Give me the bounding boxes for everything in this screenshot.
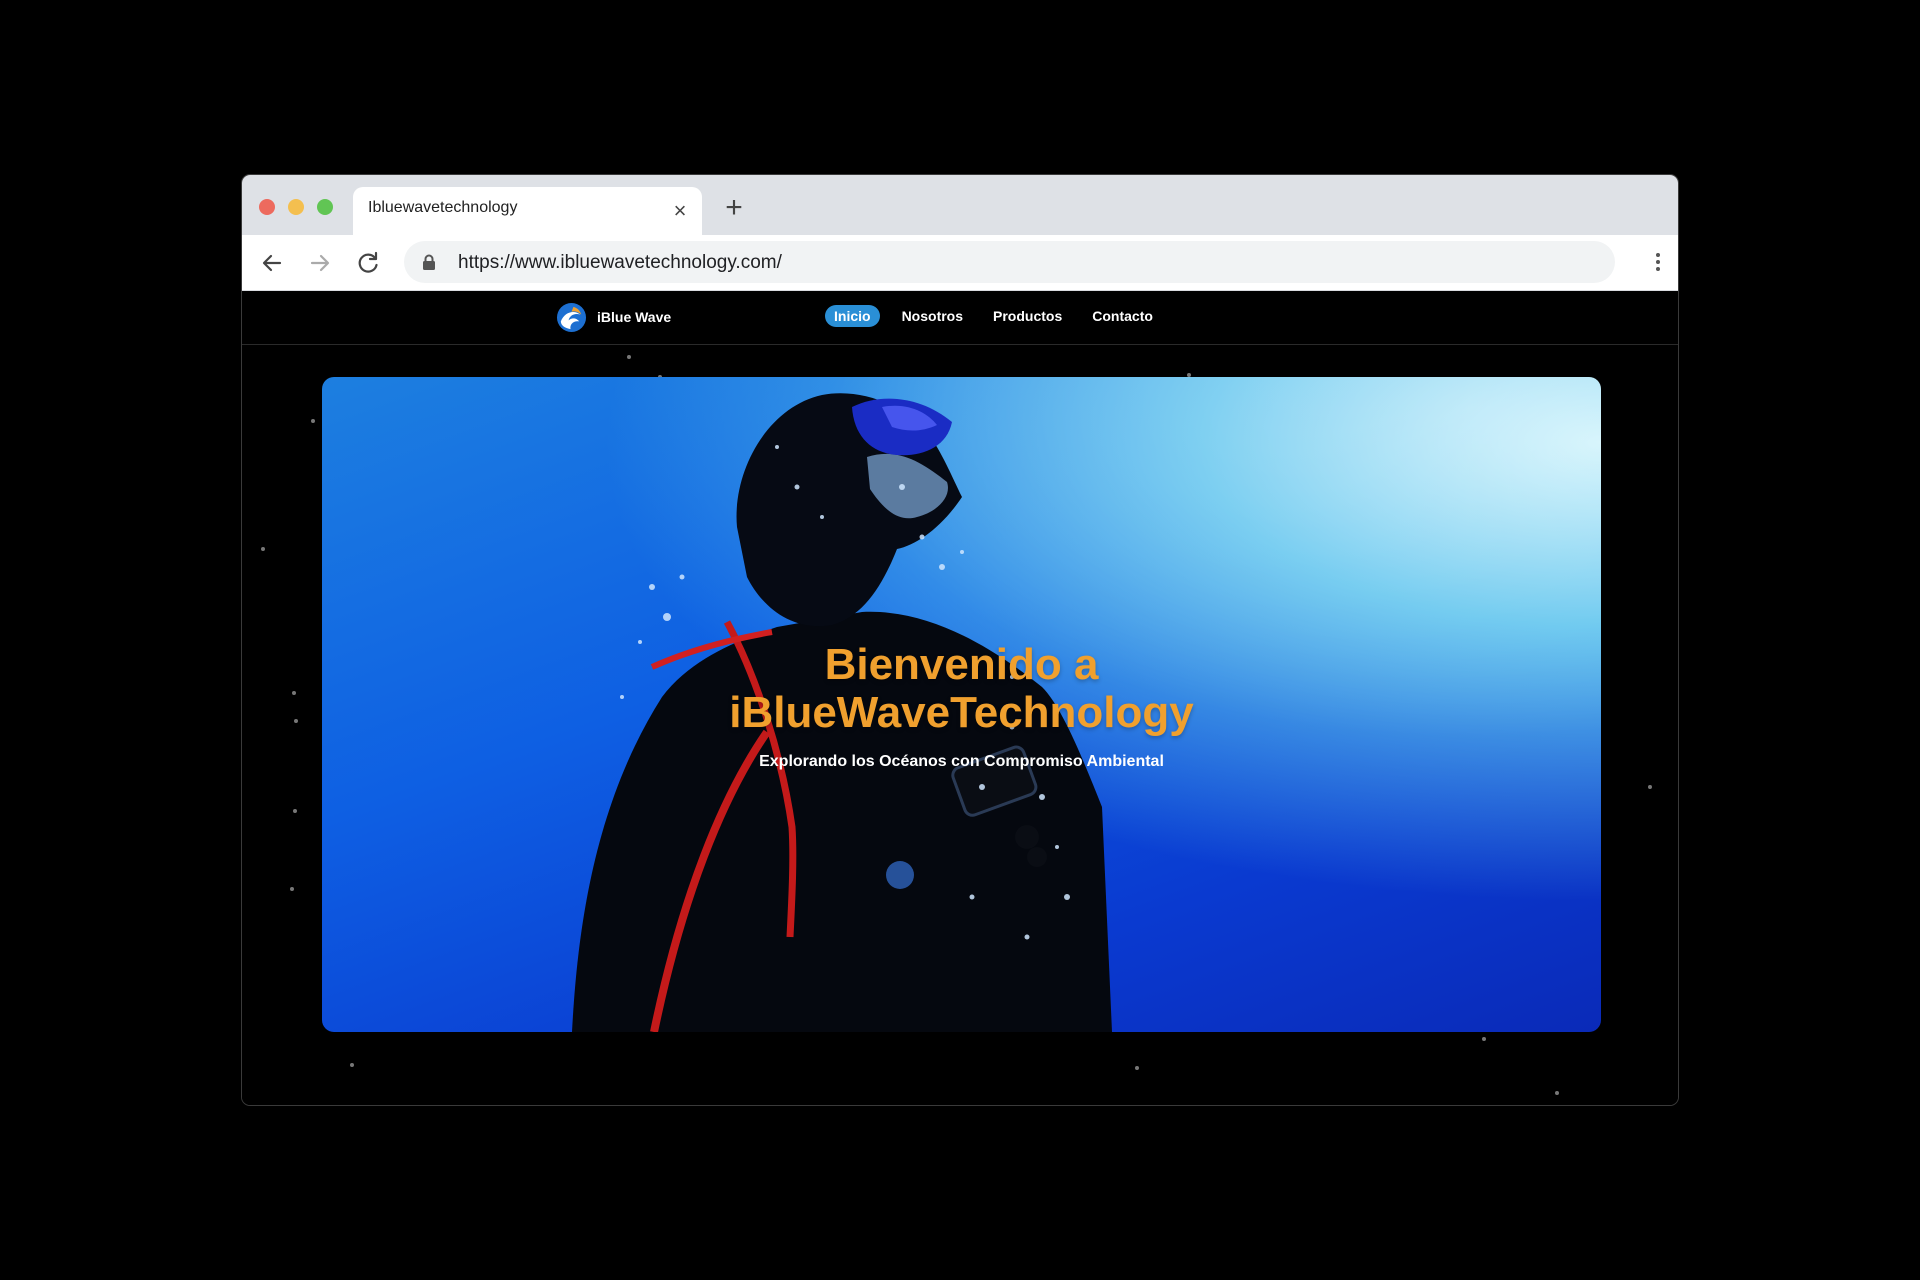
background-star xyxy=(311,419,315,423)
minimize-window-button[interactable] xyxy=(288,199,304,215)
browser-window: Ibluewavetechnology × + https://www.iblu… xyxy=(241,174,1679,1106)
close-icon[interactable]: × xyxy=(670,200,690,222)
forward-arrow-icon[interactable] xyxy=(305,248,335,278)
hero-title-line2: iBlueWaveTechnology xyxy=(729,688,1194,737)
hero-title-line1: Bienvenido a xyxy=(824,640,1099,689)
hero-title: Bienvenido a iBlueWaveTechnology xyxy=(322,641,1601,737)
site-navbar: iBlue Wave Inicio Nosotros Productos Con… xyxy=(242,291,1678,345)
tab-bar: Ibluewavetechnology × + xyxy=(242,175,1678,235)
nav-link-productos[interactable]: Productos xyxy=(985,305,1070,327)
background-star xyxy=(292,691,296,695)
page-viewport: iBlue Wave Inicio Nosotros Productos Con… xyxy=(242,291,1678,1105)
reload-icon[interactable] xyxy=(353,248,383,278)
browser-toolbar: https://www.ibluewavetechnology.com/ xyxy=(242,235,1678,291)
hero-subtitle: Explorando los Océanos con Compromiso Am… xyxy=(759,753,1164,770)
back-arrow-icon[interactable] xyxy=(257,248,287,278)
browser-tab[interactable]: Ibluewavetechnology × xyxy=(353,187,702,235)
lock-icon xyxy=(423,254,435,270)
background-star xyxy=(1482,1037,1486,1041)
background-star xyxy=(1555,1091,1559,1095)
maximize-window-button[interactable] xyxy=(317,199,333,215)
background-star xyxy=(261,547,265,551)
nav-link-contacto[interactable]: Contacto xyxy=(1084,305,1161,327)
site-logo[interactable]: iBlue Wave xyxy=(556,301,671,333)
nav-links: Inicio Nosotros Productos Contacto xyxy=(825,305,1175,327)
background-star xyxy=(350,1063,354,1067)
plus-icon[interactable]: + xyxy=(720,193,748,223)
logo-icon xyxy=(556,302,587,332)
address-bar[interactable]: https://www.ibluewavetechnology.com/ xyxy=(404,241,1615,283)
background-star xyxy=(627,355,631,359)
kebab-menu-icon[interactable] xyxy=(1654,251,1662,275)
background-star xyxy=(1135,1066,1139,1070)
url-text[interactable]: https://www.ibluewavetechnology.com/ xyxy=(458,252,782,274)
logo-text: iBlue Wave xyxy=(597,309,672,325)
background-star xyxy=(294,719,298,723)
background-star xyxy=(1648,785,1652,789)
close-window-button[interactable] xyxy=(259,199,275,215)
nav-link-nosotros[interactable]: Nosotros xyxy=(894,305,971,327)
hero-banner: Bienvenido a iBlueWaveTechnology Explora… xyxy=(322,377,1601,1032)
background-star xyxy=(290,887,294,891)
tab-title: Ibluewavetechnology xyxy=(368,199,518,216)
background-star xyxy=(293,809,297,813)
nav-link-inicio[interactable]: Inicio xyxy=(825,305,880,327)
